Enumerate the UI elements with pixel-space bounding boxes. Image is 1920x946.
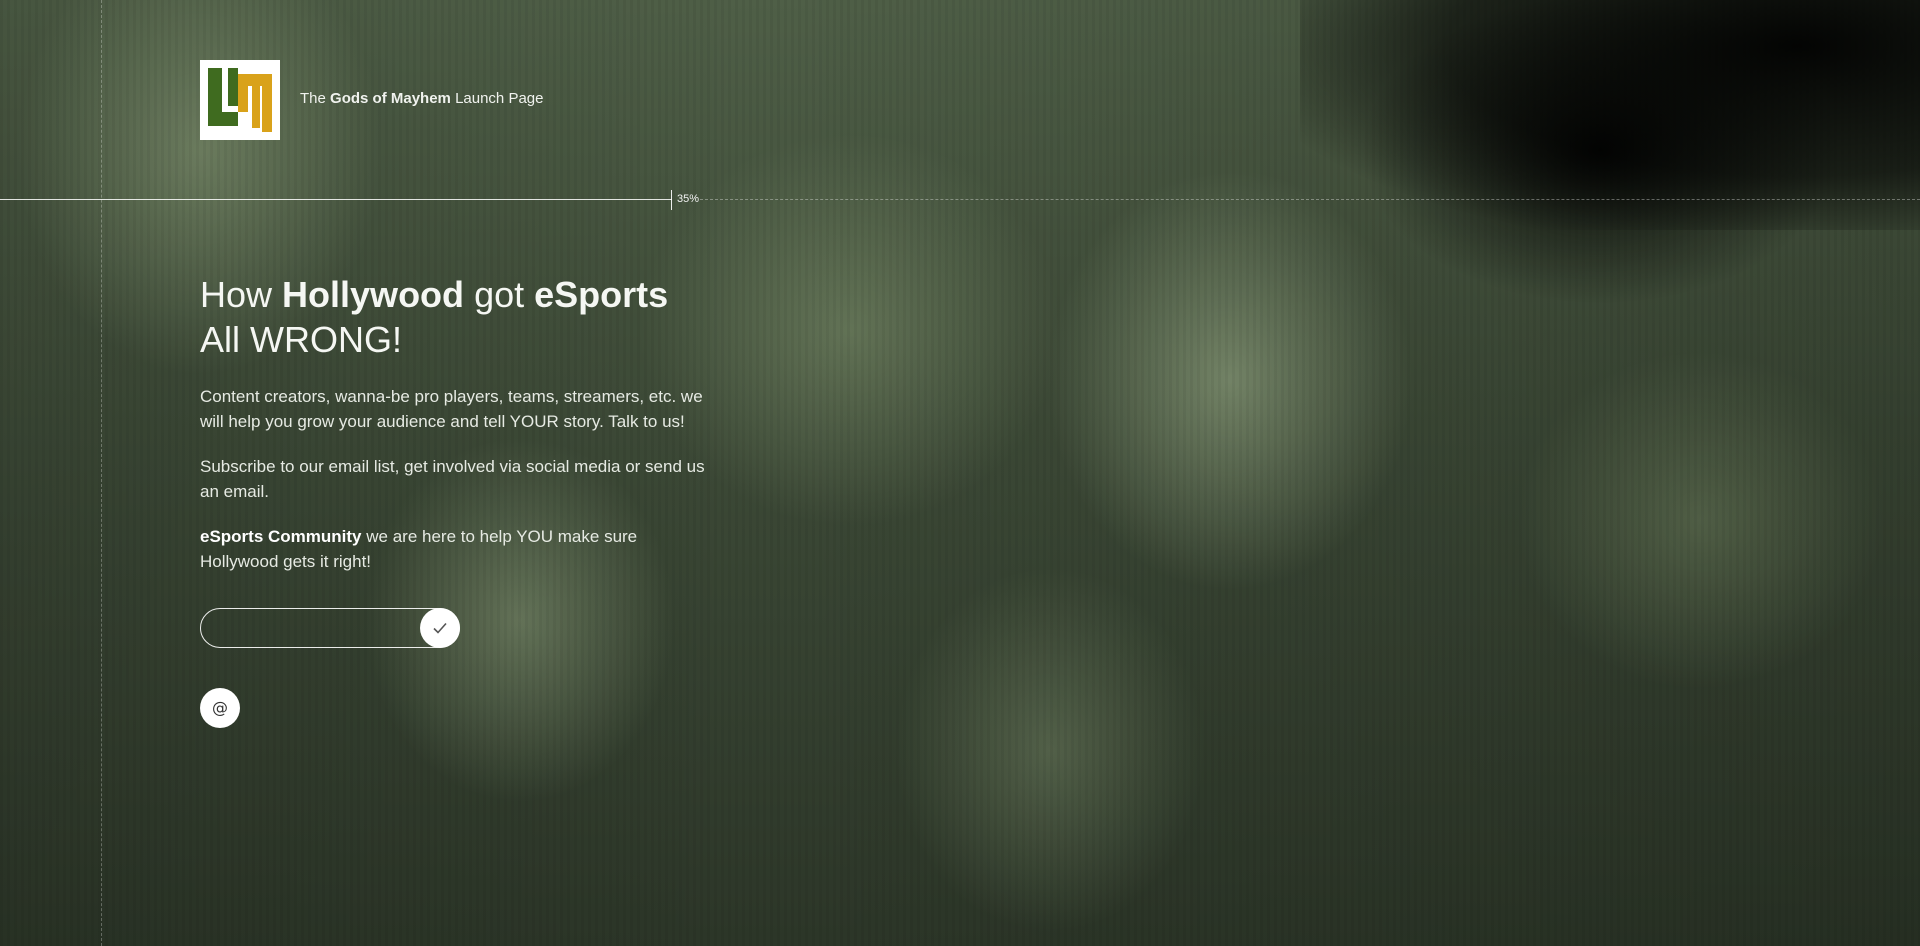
community-paragraph: eSports Community we are here to help YO… bbox=[200, 524, 710, 574]
launch-page: The Gods of Mayhem Launch Page 35% How H… bbox=[0, 0, 1920, 946]
brand-title: The Gods of Mayhem Launch Page bbox=[300, 90, 543, 107]
gods-of-mayhem-logo-icon bbox=[208, 68, 272, 132]
community-label: eSports Community bbox=[200, 527, 362, 546]
subscribe-form bbox=[200, 608, 460, 648]
subscribe-paragraph: Subscribe to our email list, get involve… bbox=[200, 457, 705, 501]
email-input[interactable] bbox=[215, 617, 409, 641]
headline-bold2: eSports bbox=[534, 274, 669, 315]
headline-part2: got bbox=[474, 274, 525, 315]
brand-prefix: The bbox=[300, 90, 326, 107]
at-sign-icon: @ bbox=[212, 698, 228, 717]
logo[interactable] bbox=[200, 60, 280, 140]
page-title: How Hollywood got eSports All WRONG! bbox=[200, 272, 668, 362]
progress-bar-fill bbox=[0, 199, 672, 200]
email-contact-button[interactable]: @ bbox=[200, 688, 240, 728]
brand-suffix: Launch Page bbox=[455, 90, 544, 107]
headline-line2: All WRONG! bbox=[200, 319, 402, 360]
progress-label: 35% bbox=[677, 193, 700, 205]
progress-marker bbox=[671, 190, 672, 210]
background-shadow bbox=[1300, 0, 1920, 230]
headline-bold1: Hollywood bbox=[282, 274, 465, 315]
subscribe-submit-button[interactable] bbox=[420, 608, 460, 648]
checkmark-icon bbox=[433, 622, 447, 634]
intro-paragraph: Content creators, wanna-be pro players, … bbox=[200, 387, 703, 431]
progress-bar-track bbox=[700, 199, 1920, 200]
guide-line bbox=[101, 0, 102, 946]
headline-part1: How bbox=[200, 274, 273, 315]
brand-name: Gods of Mayhem bbox=[330, 90, 451, 107]
